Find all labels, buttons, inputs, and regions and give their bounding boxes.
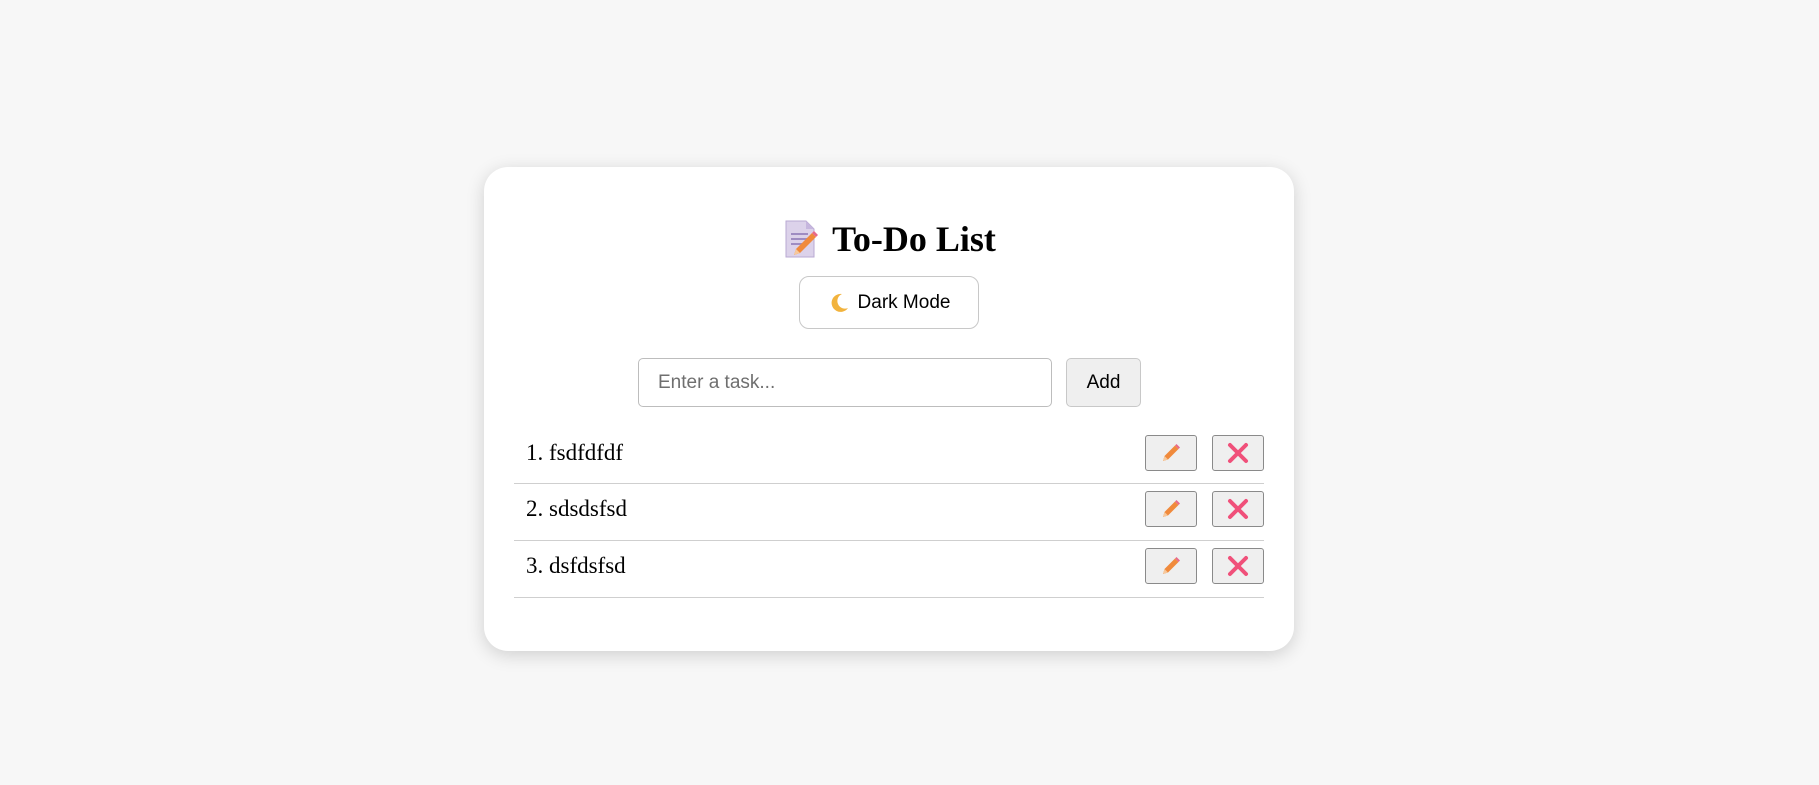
edit-task-button[interactable] [1145, 548, 1197, 584]
pencil-icon [1160, 555, 1182, 577]
task-text: 2. sdsdsfsd [526, 496, 627, 521]
dark-mode-label: Dark Mode [857, 291, 951, 313]
task-item: 2. sdsdsfsd [514, 484, 1264, 541]
page-title: To-Do List [832, 219, 996, 259]
task-item: 1. fsdfdfdf [514, 428, 1264, 484]
header: To-Do List [484, 217, 1294, 261]
delete-task-button[interactable] [1212, 435, 1264, 471]
task-text: 3. dsfdsfsd [526, 553, 626, 578]
task-input[interactable] [638, 358, 1052, 407]
task-list: 1. fsdfdfdf 2. sdsdsfsd 3. dsfdsfsd [514, 428, 1264, 598]
dark-mode-toggle-button[interactable]: Dark Mode [799, 276, 979, 329]
memo-icon [782, 219, 819, 259]
cross-mark-icon [1227, 442, 1249, 464]
add-task-button[interactable]: Add [1066, 358, 1141, 407]
pencil-icon [1160, 442, 1182, 464]
task-text: 1. fsdfdfdf [526, 440, 624, 465]
edit-task-button[interactable] [1145, 435, 1197, 471]
moon-icon [828, 292, 850, 314]
delete-task-button[interactable] [1212, 491, 1264, 527]
delete-task-button[interactable] [1212, 548, 1264, 584]
cross-mark-icon [1227, 555, 1249, 577]
pencil-icon [1160, 498, 1182, 520]
todo-card: To-Do List Dark Mode Add 1. fsdfdfdf [484, 167, 1294, 651]
task-item: 3. dsfdsfsd [514, 541, 1264, 598]
edit-task-button[interactable] [1145, 491, 1197, 527]
cross-mark-icon [1227, 498, 1249, 520]
